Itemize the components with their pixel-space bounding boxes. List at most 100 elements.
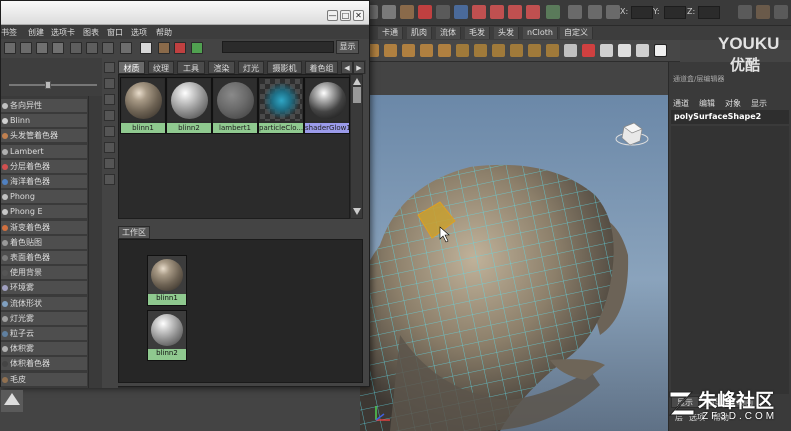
create-node-item[interactable]: 各向异性 bbox=[1, 99, 87, 113]
create-node-item[interactable]: 头发管着色器 bbox=[1, 129, 87, 144]
y-field[interactable] bbox=[664, 6, 686, 19]
material-swatch[interactable]: blinn1 bbox=[120, 77, 166, 134]
menu-graph[interactable]: 图表 bbox=[83, 27, 99, 38]
history-icon[interactable] bbox=[546, 5, 560, 19]
shelf-cone-red-icon[interactable] bbox=[582, 44, 595, 57]
create-node-item[interactable]: 分层着色器 bbox=[1, 159, 87, 174]
render-frame-icon[interactable] bbox=[568, 5, 582, 19]
lock-selection-icon[interactable] bbox=[436, 5, 450, 19]
material-swatch[interactable]: particleClo... bbox=[258, 77, 304, 134]
create-node-item[interactable]: 灯光雾 bbox=[1, 311, 87, 326]
shelf-bevel-icon[interactable] bbox=[492, 44, 505, 57]
create-node-item[interactable]: 环境雾 bbox=[1, 281, 87, 296]
channel-menu-object[interactable]: 对象 bbox=[725, 98, 741, 109]
snap-point-icon[interactable] bbox=[490, 5, 504, 19]
work-area-panel[interactable]: blinn1 blinn2 bbox=[118, 239, 363, 383]
shelf-tab-muscle[interactable]: 肌肉 bbox=[407, 27, 432, 39]
shelf-checker-icon[interactable] bbox=[600, 44, 613, 57]
ipr-render-icon[interactable] bbox=[588, 5, 602, 19]
side-list-icon[interactable] bbox=[104, 78, 115, 89]
graph-output-icon[interactable] bbox=[102, 42, 114, 54]
toggle-create-bar-icon[interactable] bbox=[4, 42, 16, 54]
shelf-cone-icon[interactable] bbox=[420, 44, 433, 57]
object-name-row[interactable]: polySurfaceShape2 bbox=[671, 110, 789, 124]
work-area-node[interactable]: blinn1 bbox=[147, 255, 187, 306]
rearrange-graph-icon[interactable] bbox=[140, 42, 152, 54]
side-sort-name-icon[interactable] bbox=[104, 142, 115, 153]
tab-scroll-left-icon[interactable]: ◀ bbox=[341, 61, 353, 74]
work-area-node[interactable]: blinn2 bbox=[147, 310, 187, 361]
menu-bookmarks[interactable]: 书签 bbox=[1, 27, 17, 38]
graph-input-icon[interactable] bbox=[70, 42, 82, 54]
side-small-icon[interactable] bbox=[104, 94, 115, 105]
shelf-split-icon[interactable] bbox=[546, 44, 559, 57]
materials-scrollbar[interactable] bbox=[350, 74, 363, 219]
hypershade-search-field[interactable] bbox=[222, 41, 334, 53]
shelf-tab-custom[interactable]: 自定义 bbox=[560, 27, 593, 39]
create-bar-slider-handle[interactable] bbox=[45, 81, 51, 89]
create-node-item[interactable]: 毛皮 bbox=[1, 372, 87, 387]
material-swatch[interactable]: lambert1 bbox=[212, 77, 258, 134]
minimize-button[interactable]: — bbox=[327, 10, 338, 21]
side-grid-icon[interactable] bbox=[104, 62, 115, 73]
sidebar-toggle-icon[interactable] bbox=[738, 5, 752, 19]
create-node-item[interactable]: 使用背景 bbox=[1, 266, 87, 281]
maximize-button[interactable]: □ bbox=[340, 10, 351, 21]
shelf-merge-icon[interactable] bbox=[510, 44, 523, 57]
scroll-down-icon[interactable] bbox=[353, 208, 361, 215]
shelf-gear-icon[interactable] bbox=[636, 44, 649, 57]
create-node-item[interactable]: 粒子云 bbox=[1, 327, 87, 341]
create-node-item[interactable]: Phong bbox=[1, 190, 87, 205]
shelf-tab-ncloth[interactable]: nCloth bbox=[523, 27, 558, 39]
create-node-item[interactable]: Lambert bbox=[1, 144, 87, 159]
snap-plane-icon[interactable] bbox=[508, 5, 522, 19]
graph-materials-icon[interactable] bbox=[158, 42, 170, 54]
selection-mask-icon[interactable] bbox=[418, 5, 432, 19]
shelf-qr-icon[interactable] bbox=[654, 44, 667, 57]
snap-grid-icon[interactable] bbox=[454, 5, 468, 19]
tab-materials[interactable]: 材质 bbox=[118, 61, 145, 74]
clear-graph-icon[interactable] bbox=[120, 42, 132, 54]
shelf-cylinder-icon[interactable] bbox=[384, 44, 397, 57]
shelf-extrude-icon[interactable] bbox=[474, 44, 487, 57]
viewport-3d[interactable] bbox=[360, 95, 668, 431]
create-node-item[interactable]: Blinn bbox=[1, 114, 87, 129]
tab-shading-groups[interactable]: 着色组 bbox=[305, 61, 338, 74]
channel-box-icon[interactable] bbox=[774, 5, 788, 19]
menu-window[interactable]: 窗口 bbox=[107, 27, 123, 38]
tab-scroll-right-icon[interactable]: ▶ bbox=[353, 61, 365, 74]
tab-utilities[interactable]: 工具 bbox=[177, 61, 205, 74]
show-both-tabs-icon[interactable] bbox=[52, 42, 64, 54]
shelf-tab-fluids[interactable]: 流体 bbox=[436, 27, 461, 39]
shelf-tab-hair[interactable]: 头发 bbox=[494, 27, 519, 39]
shelf-tab-toon[interactable]: 卡通 bbox=[378, 27, 403, 39]
shelf-sphere-white-icon[interactable] bbox=[618, 44, 631, 57]
graph-in-out-icon[interactable] bbox=[86, 42, 98, 54]
shelf-torus-icon[interactable] bbox=[438, 44, 451, 57]
shelf-ncloth-icon[interactable] bbox=[564, 44, 577, 57]
make-live-icon[interactable] bbox=[526, 5, 540, 19]
component-mode-icon[interactable] bbox=[382, 5, 396, 19]
refresh-swatches-icon[interactable] bbox=[191, 42, 203, 54]
menu-options[interactable]: 选项 bbox=[131, 27, 147, 38]
scroll-up-icon[interactable] bbox=[353, 78, 361, 85]
side-sort-time-icon[interactable] bbox=[104, 174, 115, 185]
create-node-item[interactable]: 体积雾 bbox=[1, 342, 87, 357]
attribute-editor-icon[interactable] bbox=[756, 5, 770, 19]
close-button[interactable]: ✕ bbox=[353, 10, 364, 21]
channel-menu-edit[interactable]: 编辑 bbox=[699, 98, 715, 109]
tab-lights[interactable]: 灯光 bbox=[238, 61, 264, 74]
create-node-item[interactable]: 着色贴图 bbox=[1, 235, 87, 250]
show-top-tabs-icon[interactable] bbox=[20, 42, 32, 54]
hypershade-titlebar[interactable]: — □ ✕ bbox=[1, 1, 369, 25]
menu-help[interactable]: 帮助 bbox=[156, 27, 172, 38]
side-medium-icon[interactable] bbox=[104, 110, 115, 121]
create-node-item[interactable]: 海洋着色器 bbox=[1, 175, 87, 189]
shelf-tab-fur[interactable]: 毛发 bbox=[465, 27, 490, 39]
x-field[interactable] bbox=[631, 6, 653, 19]
z-field[interactable] bbox=[698, 6, 720, 19]
create-node-scrollbar[interactable] bbox=[89, 96, 102, 388]
snap-curve-icon[interactable] bbox=[472, 5, 486, 19]
channel-menu-channels[interactable]: 通道 bbox=[673, 98, 689, 109]
tab-cameras[interactable]: 摄影机 bbox=[267, 61, 302, 74]
